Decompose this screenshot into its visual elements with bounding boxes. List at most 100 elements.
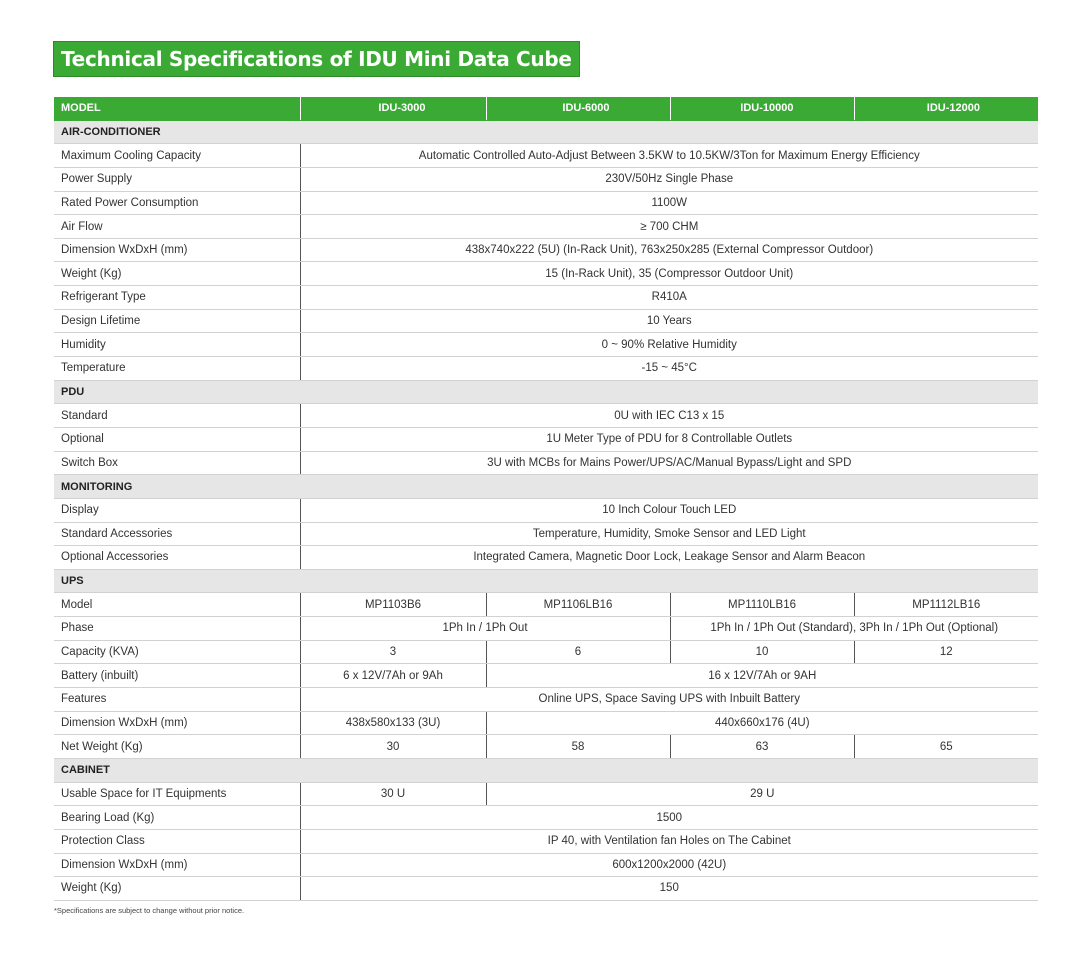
- row-label: Switch Box: [54, 451, 300, 476]
- row-value: 10: [669, 640, 854, 665]
- table-row: Standard 0U with IEC C13 x 15: [54, 403, 1038, 428]
- row-label: Capacity (KVA): [54, 640, 300, 665]
- section-monitoring: MONITORING: [54, 474, 1038, 499]
- row-label: Display: [54, 498, 300, 523]
- header-model-1: IDU-3000: [299, 97, 486, 121]
- row-value: Integrated Camera, Magnetic Door Lock, L…: [299, 545, 1038, 570]
- row-label: Dimension WxDxH (mm): [54, 853, 300, 878]
- row-label: Dimension WxDxH (mm): [54, 711, 300, 736]
- row-value: 16 x 12V/7Ah or 9AH: [485, 663, 1038, 689]
- table-row: Dimension WxDxH (mm) 600x1200x2000 (42U): [54, 853, 1038, 878]
- row-label: Refrigerant Type: [54, 285, 300, 310]
- row-value: 0 ~ 90% Relative Humidity: [299, 332, 1038, 358]
- spec-table: MODEL IDU-3000 IDU-6000 IDU-10000 IDU-12…: [54, 97, 1038, 901]
- row-value: 438x740x222 (5U) (In-Rack Unit), 763x250…: [299, 238, 1038, 263]
- table-row: Standard Accessories Temperature, Humidi…: [54, 522, 1038, 547]
- row-value: 3: [299, 640, 486, 665]
- row-value: 1100W: [299, 191, 1038, 216]
- row-label: Phase: [54, 616, 300, 641]
- row-value: 150: [299, 876, 1038, 901]
- header-model-4: IDU-12000: [853, 97, 1038, 121]
- table-row: Usable Space for IT Equipments 30 U 29 U: [54, 782, 1038, 807]
- row-value: 438x580x133 (3U): [299, 711, 486, 736]
- row-value: 29 U: [485, 782, 1038, 807]
- row-value: MP1103B6: [299, 592, 486, 618]
- row-value: 600x1200x2000 (42U): [299, 853, 1038, 878]
- table-row: Battery (inbuilt) 6 x 12V/7Ah or 9Ah 16 …: [54, 663, 1038, 689]
- row-value: Automatic Controlled Auto-Adjust Between…: [299, 143, 1038, 168]
- row-label: Optional Accessories: [54, 545, 300, 570]
- row-value: MP1106LB16: [485, 592, 670, 618]
- row-label: Usable Space for IT Equipments: [54, 782, 300, 807]
- table-row: Refrigerant Type R410A: [54, 285, 1038, 310]
- table-row: Weight (Kg) 15 (In-Rack Unit), 35 (Compr…: [54, 261, 1038, 287]
- row-label: Rated Power Consumption: [54, 191, 300, 216]
- row-value: 1Ph In / 1Ph Out (Standard), 3Ph In / 1P…: [669, 616, 1038, 641]
- section-cabinet: CABINET: [54, 758, 1038, 783]
- row-label: Temperature: [54, 356, 300, 381]
- row-label: Power Supply: [54, 167, 300, 192]
- section-header: CABINET: [54, 758, 1038, 783]
- row-label: Air Flow: [54, 214, 300, 239]
- row-value: 6: [485, 640, 670, 665]
- table-row: Maximum Cooling Capacity Automatic Contr…: [54, 143, 1038, 168]
- row-value: MP1112LB16: [853, 592, 1038, 618]
- section-air-conditioner: AIR-CONDITIONER: [54, 120, 1038, 145]
- table-row: Switch Box 3U with MCBs for Mains Power/…: [54, 451, 1038, 476]
- table-row: Bearing Load (Kg) 1500: [54, 805, 1038, 830]
- header-row: MODEL IDU-3000 IDU-6000 IDU-10000 IDU-12…: [54, 97, 1038, 121]
- footnote: *Specifications are subject to change wi…: [54, 906, 245, 915]
- row-label: Design Lifetime: [54, 309, 300, 334]
- row-value: 12: [853, 640, 1038, 665]
- table-row: Air Flow ≥ 700 CHM: [54, 214, 1038, 239]
- row-label: Weight (Kg): [54, 261, 300, 287]
- section-pdu: PDU: [54, 380, 1038, 405]
- section-header: AIR-CONDITIONER: [54, 120, 1038, 145]
- section-header: UPS: [54, 569, 1038, 594]
- row-label: Weight (Kg): [54, 876, 300, 901]
- row-value: 58: [485, 734, 670, 759]
- row-value: 10 Years: [299, 309, 1038, 334]
- table-row: Model MP1103B6 MP1106LB16 MP1110LB16 MP1…: [54, 592, 1038, 618]
- table-row: Weight (Kg) 150: [54, 876, 1038, 901]
- row-label: Humidity: [54, 332, 300, 358]
- row-value: 10 Inch Colour Touch LED: [299, 498, 1038, 523]
- row-value: 440x660x176 (4U): [485, 711, 1038, 736]
- row-value: Temperature, Humidity, Smoke Sensor and …: [299, 522, 1038, 547]
- table-row: Optional Accessories Integrated Camera, …: [54, 545, 1038, 570]
- row-label: Standard: [54, 403, 300, 428]
- table-row: Optional 1U Meter Type of PDU for 8 Cont…: [54, 427, 1038, 452]
- table-row: Design Lifetime 10 Years: [54, 309, 1038, 334]
- row-value: ≥ 700 CHM: [299, 214, 1038, 239]
- row-value: 15 (In-Rack Unit), 35 (Compressor Outdoo…: [299, 261, 1038, 287]
- row-label: Dimension WxDxH (mm): [54, 238, 300, 263]
- row-value: 30 U: [299, 782, 486, 807]
- table-row: Phase 1Ph In / 1Ph Out 1Ph In / 1Ph Out …: [54, 616, 1038, 641]
- table-row: Rated Power Consumption 1100W: [54, 191, 1038, 216]
- row-value: Online UPS, Space Saving UPS with Inbuil…: [299, 687, 1038, 712]
- row-label: Model: [54, 592, 300, 618]
- header-model-3: IDU-10000: [669, 97, 854, 121]
- section-ups: UPS: [54, 569, 1038, 594]
- row-label: Bearing Load (Kg): [54, 805, 300, 830]
- row-label: Optional: [54, 427, 300, 452]
- row-value: 0U with IEC C13 x 15: [299, 403, 1038, 428]
- row-label: Net Weight (Kg): [54, 734, 300, 759]
- header-model-label: MODEL: [54, 97, 300, 121]
- table-row: Net Weight (Kg) 30 58 63 65: [54, 734, 1038, 759]
- row-value: 1U Meter Type of PDU for 8 Controllable …: [299, 427, 1038, 452]
- row-value: 6 x 12V/7Ah or 9Ah: [299, 663, 486, 689]
- table-row: Dimension WxDxH (mm) 438x580x133 (3U) 44…: [54, 711, 1038, 736]
- row-value: 1500: [299, 805, 1038, 830]
- row-label: Battery (inbuilt): [54, 663, 300, 689]
- table-row: Dimension WxDxH (mm) 438x740x222 (5U) (I…: [54, 238, 1038, 263]
- row-label: Maximum Cooling Capacity: [54, 143, 300, 168]
- row-value: MP1110LB16: [669, 592, 854, 618]
- table-row: Display 10 Inch Colour Touch LED: [54, 498, 1038, 523]
- row-label: Protection Class: [54, 829, 300, 854]
- page-title: Technical Specifications of IDU Mini Dat…: [54, 42, 579, 76]
- row-value: 30: [299, 734, 486, 759]
- row-value: -15 ~ 45°C: [299, 356, 1038, 381]
- row-label: Features: [54, 687, 300, 712]
- row-value: IP 40, with Ventilation fan Holes on The…: [299, 829, 1038, 854]
